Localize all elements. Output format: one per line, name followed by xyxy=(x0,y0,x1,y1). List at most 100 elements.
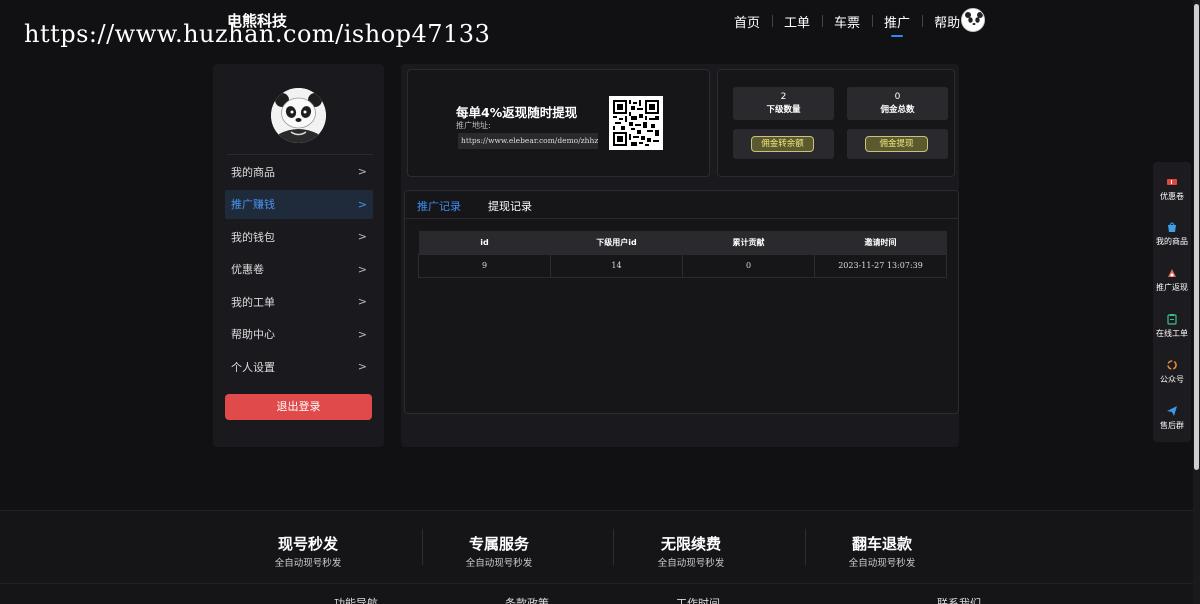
nav-ticket[interactable]: 工单 xyxy=(772,12,822,31)
table-row: 9 14 0 2023-11-27 13:07:39 xyxy=(418,253,947,278)
table-header-row: id 下级用户id 累计贡献 邀请时间 xyxy=(418,231,947,254)
float-promote-cashback[interactable]: 推广返现 xyxy=(1153,267,1191,293)
commission-total-label: 佣金总数 xyxy=(880,105,915,115)
sidebar-item-label: 个人设置 xyxy=(231,360,275,374)
stats-card: 2 下级数量 0 佣金总数 佣金转余额 佣金提现 xyxy=(717,69,955,177)
commission-total-value: 0 xyxy=(894,92,901,102)
logout-button[interactable]: 退出登录 xyxy=(225,394,372,420)
feature-instant-delivery: 现号秒发 全自动现号秒发 xyxy=(238,533,378,569)
user-avatar[interactable] xyxy=(961,8,985,32)
sidebar-item-my-wallet[interactable]: 我的钱包 > xyxy=(225,222,373,251)
downline-count-label: 下级数量 xyxy=(766,105,801,115)
coupon-icon xyxy=(1167,179,1177,185)
chevron-right-icon: > xyxy=(357,327,367,341)
column-header: id xyxy=(418,231,551,254)
sidebar-item-coupons[interactable]: 优惠卷 > xyxy=(225,255,373,284)
feature-divider xyxy=(613,529,614,565)
commission-to-balance-box: 佣金转余额 xyxy=(733,129,834,159)
feature-title: 现号秒发 xyxy=(277,535,338,553)
chevron-right-icon: > xyxy=(357,295,367,308)
floating-toolbar: 优惠卷 我的商品 推广返现 在线工单 公众号 售后群 xyxy=(1153,162,1191,442)
sidebar-item-my-tickets[interactable]: 我的工单 > xyxy=(225,287,373,316)
promo-address-label: 推广地址: xyxy=(456,121,491,130)
feature-unlimited-renewal: 无限续费 全自动现号秒发 xyxy=(621,533,761,569)
sidebar-item-my-products[interactable]: 我的商品 > xyxy=(225,157,373,186)
float-my-products[interactable]: 我的商品 xyxy=(1153,221,1191,247)
records-panel: 推广记录 提现记录 id 下级用户id 累计贡献 邀请时间 9 14 0 202… xyxy=(404,190,959,414)
float-coupons[interactable]: 优惠卷 xyxy=(1153,176,1191,202)
column-header: 下级用户id xyxy=(550,231,683,254)
chevron-right-icon: > xyxy=(357,165,367,178)
sidebar-item-promote-earn[interactable]: 推广赚钱 > xyxy=(225,189,373,219)
float-online-ticket[interactable]: 在线工单 xyxy=(1153,313,1191,339)
main-nav: 首页 工单 车票 推广 帮助 xyxy=(722,12,972,37)
float-label: 优惠卷 xyxy=(1160,192,1184,201)
feature-exclusive-service: 专属服务 全自动现号秒发 xyxy=(429,533,569,569)
nav-promotion[interactable]: 推广 xyxy=(872,12,922,37)
bag-icon xyxy=(1168,222,1176,232)
feature-refund: 翻车退款 全自动现号秒发 xyxy=(812,533,952,569)
cell-downline-user-id: 14 xyxy=(550,253,683,278)
cell-invite-time: 2023-11-27 13:07:39 xyxy=(814,253,947,278)
wechat-icon xyxy=(1167,360,1177,370)
cell-contribution: 0 xyxy=(682,253,815,278)
float-label: 公众号 xyxy=(1160,375,1184,384)
clipboard-icon xyxy=(1167,314,1177,325)
footer: 现号秒发 全自动现号秒发 专属服务 全自动现号秒发 无限续费 全自动现号秒发 翻… xyxy=(0,510,1193,604)
downline-count-value: 2 xyxy=(780,92,787,102)
commission-to-balance-button[interactable]: 佣金转余额 xyxy=(751,136,814,152)
commission-withdraw-box: 佣金提现 xyxy=(847,129,948,159)
scrollbar-thumb[interactable] xyxy=(1194,4,1199,470)
sidebar-item-label: 我的商品 xyxy=(231,165,275,179)
column-header: 累计贡献 xyxy=(682,231,815,254)
tabs-divider xyxy=(405,218,958,219)
float-label: 在线工单 xyxy=(1156,329,1188,338)
sidebar-item-label: 优惠卷 xyxy=(231,263,264,276)
footer-link-hours[interactable]: 工作时间 xyxy=(676,595,720,604)
sidebar-item-label: 帮助中心 xyxy=(231,328,275,341)
footer-divider xyxy=(0,583,1193,584)
chevron-right-icon: > xyxy=(357,230,367,243)
feature-subtitle: 全自动现号秒发 xyxy=(274,558,342,569)
panda-avatar xyxy=(271,88,326,143)
sidebar-item-help-center[interactable]: 帮助中心 > xyxy=(225,320,373,349)
watermark-url: https://www.huzhan.com/ishop47133 xyxy=(24,20,491,48)
footer-link-policy[interactable]: 条款政策 xyxy=(505,595,549,604)
promo-card: 每单4%返现随时提现 推广地址: https://www.elebear.com… xyxy=(407,69,710,177)
promotion-panel: 每单4%返现随时提现 推广地址: https://www.elebear.com… xyxy=(401,64,959,447)
promo-url-field[interactable]: https://www.elebear.com/demo/zhhz?uid=1 xyxy=(458,133,598,149)
sidebar-item-label: 我的钱包 xyxy=(231,230,275,244)
downline-count-box: 2 下级数量 xyxy=(733,87,834,120)
nav-car[interactable]: 车票 xyxy=(822,12,872,31)
float-label: 我的商品 xyxy=(1156,237,1188,246)
tab-withdraw-records[interactable]: 提现记录 xyxy=(488,198,532,214)
sidebar-menu: 我的商品 > 推广赚钱 > 我的钱包 > 优惠卷 > 我的工单 > 帮助中心 >… xyxy=(225,157,373,385)
sidebar-item-settings[interactable]: 个人设置 > xyxy=(225,352,373,381)
records-tabs: 推广记录 提现记录 xyxy=(417,198,559,214)
chevron-right-icon: > xyxy=(357,197,367,211)
float-label: 推广返现 xyxy=(1156,283,1188,292)
feature-subtitle: 全自动现号秒发 xyxy=(465,558,533,569)
commission-total-box: 0 佣金总数 xyxy=(847,87,948,120)
feature-subtitle: 全自动现号秒发 xyxy=(848,558,916,569)
feature-title: 翻车退款 xyxy=(851,535,912,553)
float-official-account[interactable]: 公众号 xyxy=(1153,359,1191,385)
feature-subtitle: 全自动现号秒发 xyxy=(657,558,725,569)
chevron-right-icon: > xyxy=(357,262,367,276)
feature-title: 无限续费 xyxy=(660,535,721,553)
sidebar-item-label: 我的工单 xyxy=(231,295,275,309)
column-header: 邀请时间 xyxy=(814,231,947,254)
user-sidebar: 我的商品 > 推广赚钱 > 我的钱包 > 优惠卷 > 我的工单 > 帮助中心 >… xyxy=(213,64,384,447)
feature-divider xyxy=(422,529,423,565)
float-aftersales-group[interactable]: 售后群 xyxy=(1153,405,1191,431)
chevron-right-icon: > xyxy=(357,360,367,373)
records-table: id 下级用户id 累计贡献 邀请时间 9 14 0 2023-11-27 13… xyxy=(418,231,947,278)
promo-title: 每单4%返现随时提现 xyxy=(456,105,578,120)
share-icon xyxy=(1168,269,1176,277)
footer-link-contact[interactable]: 联系我们 xyxy=(937,595,981,604)
top-header: 电熊科技 https://www.huzhan.com/ishop47133 首… xyxy=(0,0,1200,48)
commission-withdraw-button[interactable]: 佣金提现 xyxy=(865,136,928,152)
footer-link-navigation[interactable]: 功能导航 xyxy=(334,595,378,604)
nav-home[interactable]: 首页 xyxy=(722,12,772,31)
tab-promotion-records[interactable]: 推广记录 xyxy=(417,198,461,214)
